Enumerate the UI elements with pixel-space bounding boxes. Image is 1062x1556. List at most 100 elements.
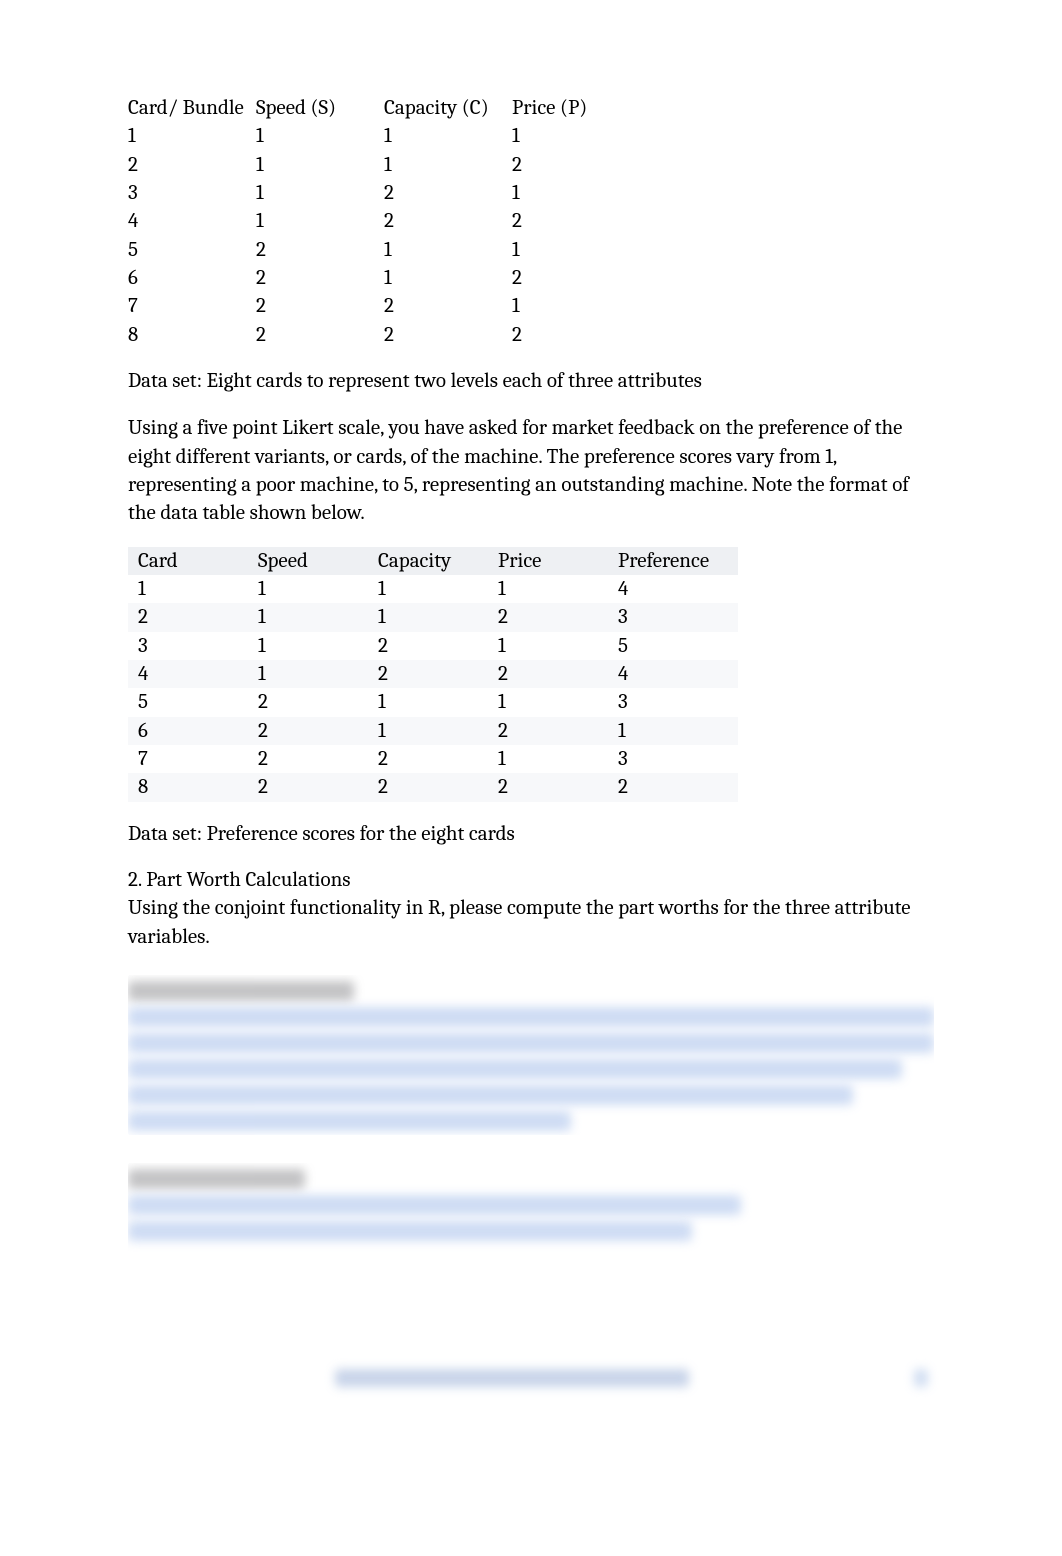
table-cell: 1 [256,122,384,150]
table-cell: 2 [378,773,498,801]
table-row: 3121 [128,179,592,207]
col-card-bundle: Card/ Bundle [128,94,256,122]
col-card: Card [128,547,258,575]
table-cell: 3 [128,179,256,207]
table-cell: 1 [378,603,498,631]
col-speed: Speed [258,547,378,575]
table-cell: 2 [512,264,592,292]
table-header-row: Card Speed Capacity Price Preference [128,547,738,575]
obscured-paragraph-1 [128,975,934,1135]
table-cell: 2 [256,236,384,264]
table-row: 1111 [128,122,592,150]
table-cell: 4 [618,575,738,603]
paragraph-likert-intro: Using a five point Likert scale, you hav… [128,414,934,527]
table-cell: 2 [128,151,256,179]
table-cell: 2 [256,264,384,292]
col-price: Price (P) [512,94,592,122]
table-cell: 2 [498,773,618,801]
table-cell: 2 [384,292,512,320]
obscured-paragraph-2 [128,1163,934,1253]
table-row: 4122 [128,207,592,235]
col-price: Price [498,547,618,575]
table-cell: 2 [512,151,592,179]
table-cell: 1 [258,603,378,631]
table-cell: 1 [498,745,618,773]
table-cell: 1 [512,292,592,320]
table-cell: 2 [258,745,378,773]
table-row: 72213 [128,745,738,773]
table-cell: 2 [258,688,378,716]
col-capacity: Capacity (C) [384,94,512,122]
table-cell: 8 [128,321,256,349]
page-footer [128,1358,934,1386]
table-cell: 1 [378,688,498,716]
table-row: 31215 [128,632,738,660]
table-row: 62121 [128,717,738,745]
table-cell: 2 [384,207,512,235]
table-cell: 2 [498,660,618,688]
table-cell: 2 [378,660,498,688]
table-cell: 3 [618,745,738,773]
table-cell: 2 [618,773,738,801]
table-cards-attributes: Card/ Bundle Speed (S) Capacity (C) Pric… [128,94,592,349]
table-row: 5211 [128,236,592,264]
table-row: 7221 [128,292,592,320]
table-cell: 2 [498,603,618,631]
table-row: 21123 [128,603,738,631]
table-cell: 2 [258,773,378,801]
table-cell: 2 [384,321,512,349]
table-cell: 1 [498,688,618,716]
table-cell: 2 [378,632,498,660]
table-cell: 1 [256,207,384,235]
table-cell: 7 [128,292,256,320]
col-preference: Preference [618,547,738,575]
table-cell: 1 [256,151,384,179]
table-cell: 1 [256,179,384,207]
table-row: 6212 [128,264,592,292]
table-cell: 8 [128,773,258,801]
table-row: 8222 [128,321,592,349]
col-speed: Speed (S) [256,94,384,122]
table-row: 41224 [128,660,738,688]
obscured-footer-text [128,1363,896,1381]
table-cell: 1 [498,575,618,603]
table-cell: 4 [128,660,258,688]
table-cell: 1 [498,632,618,660]
table-cell: 4 [128,207,256,235]
col-capacity: Capacity [378,547,498,575]
table-cell: 6 [128,717,258,745]
table-cell: 2 [378,745,498,773]
table-row: 82222 [128,773,738,801]
table-cell: 2 [384,179,512,207]
table-cell: 2 [512,321,592,349]
table-cell: 7 [128,745,258,773]
table-cell: 1 [378,717,498,745]
table-cell: 1 [512,122,592,150]
heading-part-worth: 2. Part Worth Calculations [128,866,934,894]
table-cell: 5 [618,632,738,660]
table-cell: 3 [618,688,738,716]
table-cell: 1 [384,264,512,292]
paragraph-part-worth: Using the conjoint functionality in R, p… [128,894,934,951]
table1-caption: Data set: Eight cards to represent two l… [128,367,934,395]
obscured-page-number [914,1363,934,1381]
table-row: 2112 [128,151,592,179]
table-cell: 1 [512,236,592,264]
table-cell: 1 [378,575,498,603]
table-cell: 2 [256,321,384,349]
table-header-row: Card/ Bundle Speed (S) Capacity (C) Pric… [128,94,592,122]
document-page: Card/ Bundle Speed (S) Capacity (C) Pric… [0,0,1062,1556]
table-cell: 1 [512,179,592,207]
table2-caption: Data set: Preference scores for the eigh… [128,820,934,848]
table-row: 11114 [128,575,738,603]
table-cell: 6 [128,264,256,292]
table-cell: 1 [384,151,512,179]
table-cell: 1 [258,660,378,688]
table-cell: 1 [128,575,258,603]
table-cell: 4 [618,660,738,688]
table-cell: 1 [384,122,512,150]
table-cell: 3 [618,603,738,631]
table-cell: 3 [128,632,258,660]
table-cell: 5 [128,236,256,264]
table-cell: 2 [258,717,378,745]
